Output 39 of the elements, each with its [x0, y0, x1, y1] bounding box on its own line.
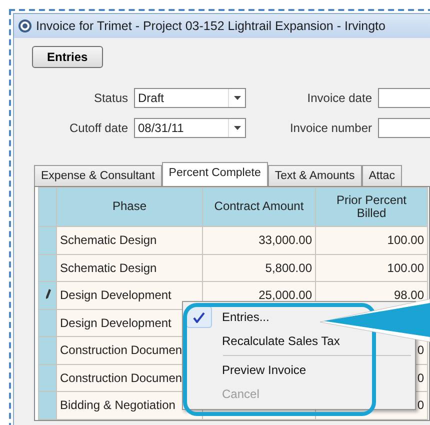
menu-item[interactable]: Recalculate Sales Tax [222, 334, 340, 348]
table-cell: 100.00 [387, 233, 424, 248]
table-cell: 100.00 [387, 260, 424, 275]
table-cell: 98.00 [394, 288, 424, 302]
table-cell: Construction Documen [60, 370, 182, 385]
column-header[interactable]: Phase [56, 188, 202, 226]
table-cell: 0 [417, 398, 424, 412]
table-cell: Design Development [60, 288, 172, 302]
table-cell: Schematic Design [60, 260, 157, 275]
entries-button[interactable]: Entries [32, 46, 103, 68]
dropdown-arrow-icon [234, 96, 240, 100]
check-icon [193, 312, 205, 322]
field-label: Invoice date [306, 91, 372, 105]
table-cell: Construction Documen [60, 343, 182, 358]
combo-box[interactable]: Draft [134, 88, 246, 108]
field-label: Invoice number [288, 121, 372, 135]
table-cell: 0 [417, 343, 424, 358]
window-title: Invoice for Trimet - Project 03-152 Lightrail Expansion - Irvingto [36, 19, 386, 33]
tab[interactable]: Text & Amounts [268, 165, 362, 186]
tab[interactable]: Expense & Consultant [34, 165, 162, 186]
field-label: Status [92, 91, 128, 105]
column-header[interactable]: Contract Amount [202, 188, 316, 226]
app-logo-icon [18, 19, 32, 33]
tab[interactable]: Percent Complete [162, 162, 268, 186]
field-label: Cutoff date [68, 121, 128, 135]
table-cell: Bidding & Negotiation [60, 398, 176, 412]
column-header[interactable]: Prior Percent Billed [316, 188, 428, 226]
dropdown-arrow-icon [234, 126, 240, 130]
menu-item[interactable]: Preview Invoice [222, 363, 306, 377]
pencil-icon [44, 289, 50, 300]
table-cell: 5,800.00 [265, 260, 312, 275]
table-cell: Schematic Design [60, 233, 157, 248]
combo-box[interactable]: 08/31/11 [134, 118, 246, 138]
table-cell: Design Development [60, 316, 172, 330]
table-cell: 0 [417, 370, 424, 385]
tab[interactable]: Attac [362, 165, 402, 186]
menu-item[interactable]: Entries... [222, 310, 270, 324]
table-cell: 25,000.00 [258, 288, 312, 302]
table-cell: 33,000.00 [258, 233, 312, 248]
